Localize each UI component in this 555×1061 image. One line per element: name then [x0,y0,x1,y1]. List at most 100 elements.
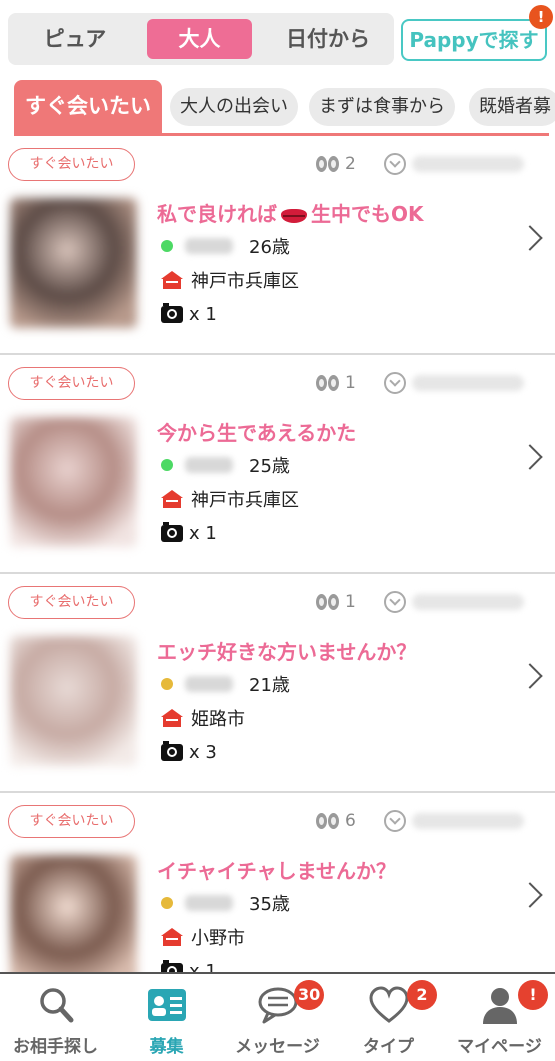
tab-adult-encounter[interactable]: 大人の出会い [170,88,298,126]
view-count-value: 1 [345,592,356,612]
location: 神戸市兵庫区 [191,490,299,511]
chevron-right-icon[interactable] [517,225,543,251]
lips-icon [281,208,307,223]
eyes-icon [316,813,339,829]
person-icon [483,988,517,1024]
profile-photo[interactable] [10,417,137,547]
posted-time-blurred [412,375,524,391]
nav-type[interactable]: 2 タイプ [333,974,444,1061]
nav-label: 募集 [149,1037,184,1057]
category-tag: すぐ会いたい [8,805,135,838]
nav-label: タイプ [363,1037,414,1057]
location: 小野市 [191,928,245,949]
bottom-nav: お相手探し 募集 30 メッセージ 2 タイプ ! マイページ [0,972,555,1061]
photo-count: x 1 [189,960,217,973]
camera-icon [161,959,183,972]
post-title: 今から生であえるかた [157,421,357,445]
post-title: イチャイチャしませんか？ [157,859,396,883]
post-list[interactable]: すぐ会いたい 2 私で良ければ 生中でもOK 26歳 神戸市兵庫区 x 1 すぐ会… [0,136,555,972]
nickname-blurred [185,457,233,473]
age-row: 35歳 [161,891,290,915]
tab-dinner-first[interactable]: まずは食事から [309,88,455,126]
tab-married[interactable]: 既婚者募 [469,88,555,126]
pappy-search-button[interactable]: Pappyで探す [401,19,547,61]
nav-find-partner[interactable]: お相手探し [0,974,111,1061]
camera-icon [161,521,183,542]
photo-count-row: x 1 [161,521,217,545]
view-count: 1 [316,369,356,397]
post-card[interactable]: すぐ会いたい 1 エッチ好きな方いませんか？ 21歳 姫路市 x 3 [0,574,555,793]
online-status-dot [161,897,173,909]
post-card[interactable]: すぐ会いたい 2 私で良ければ 生中でもOK 26歳 神戸市兵庫区 x 1 [0,136,555,355]
segment-by-date-button[interactable]: 日付から [270,19,386,59]
age: 25歳 [249,456,290,477]
age-row: 25歳 [161,453,290,477]
post-title: 私で良ければ 生中でもOK [157,202,424,226]
heart-icon [369,986,409,1023]
location-row: 姫路市 [161,706,245,730]
view-count-value: 6 [345,811,356,831]
eyes-icon [316,594,339,610]
nav-label: マイページ [457,1037,542,1057]
profile-photo[interactable] [10,198,137,328]
nickname-blurred [185,895,233,911]
camera-icon [161,302,183,323]
clock-icon [384,591,406,613]
message-count-badge: 30 [294,980,325,1010]
tab-meet-soon[interactable]: すぐ会いたい [14,80,162,133]
top-bar: ピュア 大人 日付から Pappyで探す ! [0,0,555,78]
chevron-right-icon[interactable] [517,663,543,689]
camera-icon [161,740,183,761]
house-icon [161,490,183,508]
age: 21歳 [249,675,290,696]
clock-icon [384,810,406,832]
profile-photo[interactable] [10,636,137,766]
online-status-dot [161,240,173,252]
location-row: 神戸市兵庫区 [161,487,299,511]
age-row: 26歳 [161,234,290,258]
category-tabs: すぐ会いたい 大人の出会い まずは食事から 既婚者募 [0,78,555,136]
age: 35歳 [249,894,290,915]
nav-label: お相手探し [13,1037,98,1057]
post-title: エッチ好きな方いませんか？ [157,640,417,664]
clock-icon [384,153,406,175]
chevron-right-icon[interactable] [517,882,543,908]
view-count: 2 [316,150,356,178]
photo-count-row: x 3 [161,740,217,764]
nav-messages[interactable]: 30 メッセージ [222,974,333,1061]
view-count: 1 [316,588,356,616]
type-count-badge: 2 [407,980,437,1010]
pappy-alert-badge: ! [529,5,553,29]
location: 姫路市 [191,709,245,730]
online-status-dot [161,678,173,690]
posted-time-blurred [412,594,524,610]
segment-adult-button[interactable]: 大人 [147,19,252,59]
post-card[interactable]: すぐ会いたい 1 今から生であえるかた 25歳 神戸市兵庫区 x 1 [0,355,555,574]
view-count-value: 1 [345,373,356,393]
location: 神戸市兵庫区 [191,271,299,292]
nav-recruit[interactable]: 募集 [111,974,222,1061]
nav-mypage[interactable]: ! マイページ [444,974,555,1061]
photo-count: x 1 [189,303,217,325]
location-row: 小野市 [161,925,245,949]
id-card-icon [148,989,186,1021]
profile-photo[interactable] [10,855,137,972]
category-tag: すぐ会いたい [8,148,135,181]
clock-icon [384,372,406,394]
mode-segment: ピュア 大人 日付から [8,13,394,65]
chevron-right-icon[interactable] [517,444,543,470]
segment-pure-button[interactable]: ピュア [16,19,134,59]
nickname-blurred [185,238,233,254]
photo-count: x 1 [189,522,217,544]
age-row: 21歳 [161,672,290,696]
location-row: 神戸市兵庫区 [161,268,299,292]
age: 26歳 [249,237,290,258]
eyes-icon [316,156,339,172]
view-count-value: 2 [345,154,356,174]
post-card[interactable]: すぐ会いたい 6 イチャイチャしませんか？ 35歳 小野市 x 1 [0,793,555,972]
photo-count-row: x 1 [161,959,217,972]
view-count: 6 [316,807,356,835]
online-status-dot [161,459,173,471]
chat-bubble-icon [258,987,298,1024]
house-icon [161,709,183,727]
